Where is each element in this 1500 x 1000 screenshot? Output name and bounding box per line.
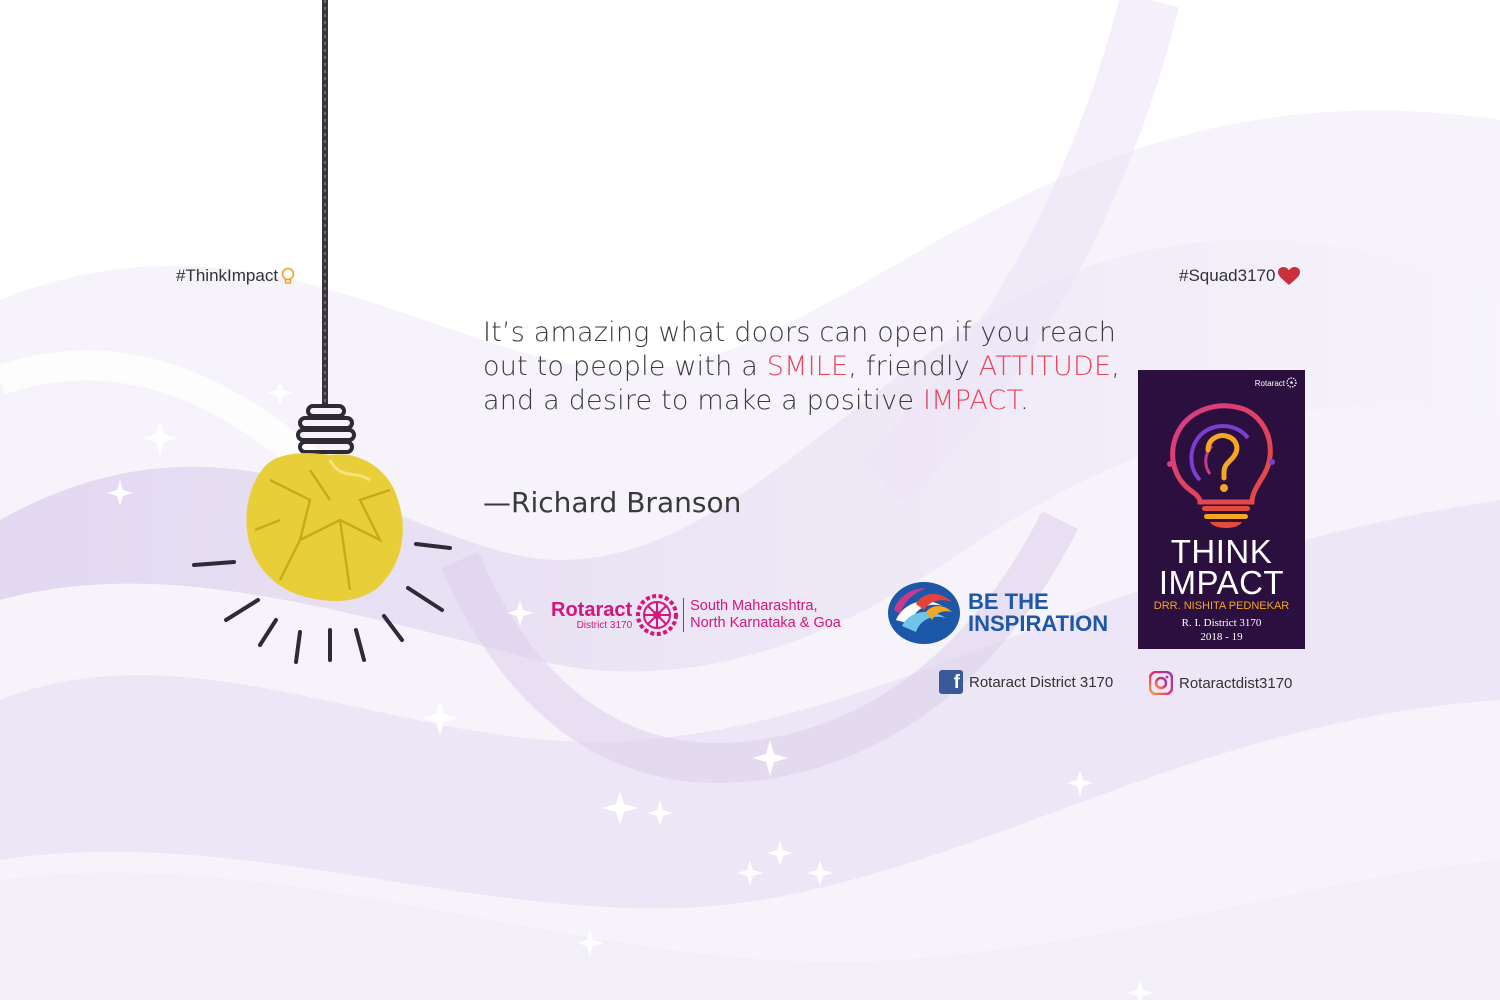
hashtag-left-text: #ThinkImpact <box>176 266 279 285</box>
think-impact-poster: Rotaract THINK IMPACT DRR. NISHITA PEDNE… <box>1138 370 1305 649</box>
quote-part-2: , friendly <box>848 351 979 382</box>
poster-subtitle: R. I. District 3170 2018 - 19 <box>1138 616 1305 644</box>
hashtag-squad: #Squad3170 <box>1179 266 1301 286</box>
hanging-lightbulb-illustration <box>192 0 452 664</box>
poster-year: 2018 - 19 <box>1200 631 1243 643</box>
instagram-icon <box>1149 671 1173 695</box>
instagram-link[interactable]: Rotaractdist3170 <box>1149 671 1292 695</box>
rotary-wheel-icon <box>636 594 679 636</box>
rotaract-district: District 3170 <box>576 619 633 631</box>
poster-title: THINK IMPACT <box>1138 533 1305 601</box>
facebook-icon: f <box>939 670 963 694</box>
lightbulb-icon <box>281 267 295 284</box>
poster-district: R. I. District 3170 <box>1181 617 1262 629</box>
quote-text: It’s amazing what doors can open if you … <box>483 316 1123 418</box>
poster-title-line-1: THINK <box>1170 533 1273 570</box>
facebook-handle: Rotaract District 3170 <box>969 673 1114 691</box>
poster-leader: DRR. NISHITA PEDNEKAR <box>1153 600 1290 612</box>
poster-rotary-wheel-icon <box>1286 377 1297 388</box>
hashtag-right-text: #Squad3170 <box>1179 266 1276 285</box>
poster-brand: Rotaract <box>1254 379 1285 388</box>
quote-highlight-impact: IMPACT <box>922 385 1021 416</box>
instagram-handle: Rotaractdist3170 <box>1179 674 1293 692</box>
inspiration-line-2: INSPIRATION <box>968 611 1109 636</box>
region-line-2: North Karnataka & Goa <box>690 615 841 631</box>
quote-part-4: . <box>1020 385 1029 416</box>
quote-highlight-attitude: ATTITUDE <box>978 351 1112 382</box>
rotaract-district-logo: Rotaract District 3170 South Maharashtra… <box>551 590 866 640</box>
rotaract-name: Rotaract <box>551 598 633 621</box>
facebook-link[interactable]: f Rotaract District 3170 <box>939 670 1113 694</box>
region-line-1: South Maharashtra, <box>690 598 818 614</box>
quote-highlight-smile: SMILE <box>766 351 849 382</box>
question-bulb-icon <box>1167 403 1275 528</box>
inspiration-line-1: BE THE <box>968 589 1049 614</box>
be-the-inspiration-logo: BE THE INSPIRATION <box>886 580 1116 646</box>
hashtag-think-impact: #ThinkImpact <box>176 266 295 286</box>
quote-author: —Richard Branson <box>483 486 742 519</box>
heart-icon <box>1278 266 1301 285</box>
rotaract-region: South Maharashtra, North Karnataka & Goa <box>683 598 841 632</box>
inspiration-wave-icon <box>888 582 960 644</box>
poster-title-line-2: IMPACT <box>1158 564 1285 601</box>
